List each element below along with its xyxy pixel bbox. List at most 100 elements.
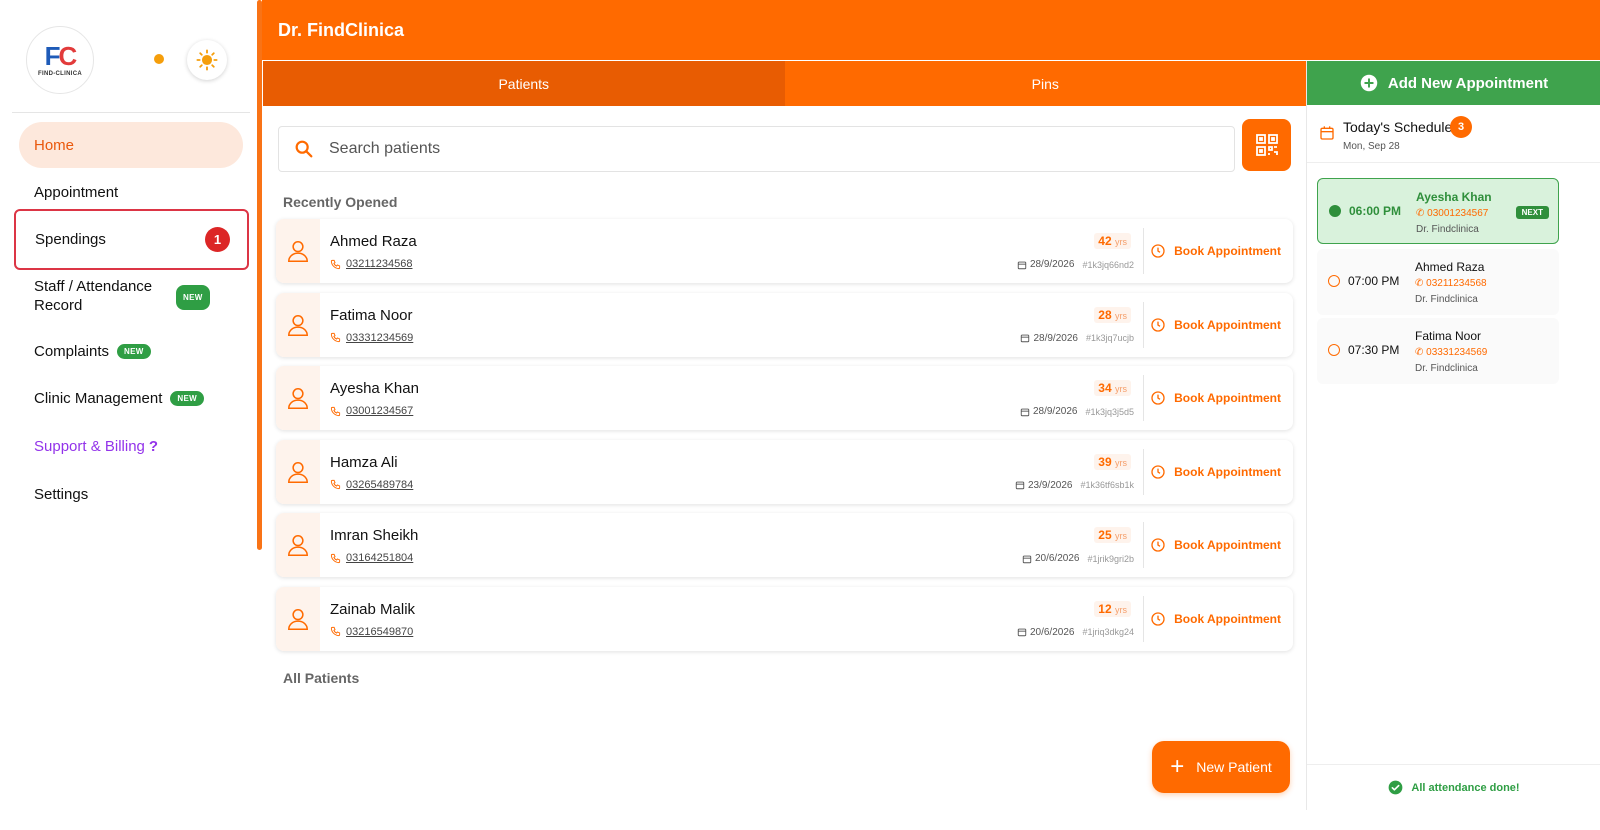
tab-bar: Patients Pins — [263, 61, 1306, 106]
appointment-phone: ✆ 03001234567 — [1416, 208, 1489, 219]
logo-mark: FC — [44, 41, 78, 71]
appointment-item[interactable]: 06:00 PM Ayesha Khan ✆ 03001234567 Dr. F… — [1317, 178, 1559, 244]
book-appointment-button[interactable]: Book Appointment — [1150, 537, 1281, 553]
phone-icon — [330, 553, 341, 563]
appointment-doctor: Dr. Findclinica — [1415, 363, 1478, 374]
theme-toggle-button[interactable] — [187, 40, 227, 80]
appointment-time: 07:00 PM — [1348, 274, 1400, 288]
patient-phone-link[interactable]: 03216549870 — [330, 626, 413, 638]
clinic-logo[interactable]: FC FIND-CLINICA — [26, 26, 94, 94]
card-divider — [1143, 448, 1144, 495]
sidebar-item-label: Support & Billing — [34, 437, 145, 455]
tab-pins[interactable]: Pins — [784, 61, 1306, 106]
patients-panel: Recently Opened Ahmed Raza 03211234568 42 … — [263, 106, 1306, 810]
new-badge: NEW — [117, 343, 151, 359]
phone-icon — [330, 406, 341, 416]
patient-name: Imran Sheikh — [330, 527, 419, 544]
qr-scan-button[interactable] — [1242, 119, 1291, 171]
clock-icon — [1151, 611, 1165, 626]
appointment-patient-name: Ahmed Raza — [1415, 260, 1485, 274]
new-patient-button[interactable]: + New Patient — [1152, 741, 1290, 793]
patient-age: 28 yrs — [1094, 306, 1131, 323]
patient-id: #1k36tf6sb1k — [1080, 480, 1134, 490]
book-appointment-button[interactable]: Book Appointment — [1150, 390, 1281, 406]
user-icon — [288, 608, 308, 630]
app-root: FC FIND-CLINICA Home Appointment Spendin… — [0, 0, 1600, 830]
appointment-time: 07:30 PM — [1348, 343, 1400, 357]
patient-date: 28/9/2026 — [1033, 332, 1078, 344]
book-appointment-button[interactable]: Book Appointment — [1150, 464, 1281, 480]
patient-meta: 28/9/2026 #1k3jq3j5d5 — [1020, 406, 1134, 417]
schedule-panel: Add New Appointment Today's Schedule 3 M… — [1306, 61, 1600, 810]
sidebar-item-support-billing[interactable]: Support & Billing ? — [19, 423, 243, 469]
sidebar-scrollbar[interactable] — [257, 0, 262, 550]
patient-name: Zainab Malik — [330, 600, 416, 618]
sidebar-item-clinic-management[interactable]: Clinic Management NEW — [19, 375, 243, 421]
clock-icon — [1151, 317, 1165, 332]
patient-phone-link[interactable]: 03164251804 — [330, 552, 413, 564]
sidebar-item-home[interactable]: Home — [19, 122, 243, 168]
sidebar-item-settings[interactable]: Settings — [19, 471, 243, 517]
patient-card[interactable]: Hamza Ali 03265489784 39 yrs 23/9/2026 #1k36… — [276, 439, 1293, 504]
patient-avatar — [276, 513, 320, 577]
plus-icon: + — [1170, 753, 1185, 780]
patient-card[interactable]: Zainab Malik 03216549870 12 yrs 20/6/2026 #1… — [276, 586, 1293, 651]
calendar-icon — [1022, 555, 1032, 563]
page-title: Dr. FindClinica — [278, 20, 405, 40]
schedule-title: Today's Schedule — [1343, 119, 1453, 135]
appointment-item[interactable]: 07:00 PM Ahmed Raza ✆ 03211234568 Dr. Fi… — [1317, 249, 1559, 315]
new-patient-label: New Patient — [1196, 759, 1272, 775]
search-input[interactable] — [329, 140, 1209, 158]
sidebar-item-label: Clinic Management — [34, 389, 163, 407]
sidebar-item-label: Spendings — [35, 231, 106, 248]
patient-card[interactable]: Ayesha Khan 03001234567 34 yrs 28/9/2026 #1k… — [276, 366, 1293, 430]
patient-name: Ahmed Raza — [330, 233, 417, 250]
clock-icon — [1329, 205, 1341, 217]
sidebar-item-complaints[interactable]: Complaints NEW — [19, 328, 243, 374]
card-divider — [1143, 595, 1144, 642]
book-appointment-button[interactable]: Book Appointment — [1150, 611, 1281, 627]
sidebar-item-staff-attendance[interactable]: Staff / Attendance Record NEW — [34, 277, 234, 315]
appointment-phone: ✆ 03331234569 — [1415, 347, 1488, 358]
notification-badge: 1 — [205, 227, 230, 252]
patient-date: 28/9/2026 — [1029, 259, 1075, 270]
add-appointment-label: Add New Appointment — [1387, 74, 1549, 92]
patient-phone-link[interactable]: 03211234568 — [330, 258, 412, 270]
tab-patients[interactable]: Patients — [263, 61, 785, 106]
patient-date: 23/9/2026 — [1027, 479, 1073, 491]
book-appointment-button[interactable]: Book Appointment — [1150, 243, 1281, 259]
card-divider — [1143, 301, 1144, 348]
patient-card[interactable]: Ahmed Raza 03211234568 42 yrs 28/9/2026 #1k3… — [276, 219, 1293, 283]
patient-name: Hamza Ali — [330, 453, 398, 471]
search-bar — [278, 126, 1235, 172]
patient-date: 20/6/2026 — [1029, 626, 1075, 638]
help-icon: ? — [148, 437, 159, 455]
patient-avatar — [276, 292, 320, 357]
patient-avatar — [276, 366, 320, 430]
patient-phone-link[interactable]: 03331234569 — [330, 332, 413, 344]
patient-list: Ahmed Raza 03211234568 42 yrs 28/9/2026 #1k3… — [276, 219, 1293, 660]
patient-card[interactable]: Fatima Noor 03331234569 28 yrs 28/9/2026 #1k… — [276, 292, 1293, 357]
user-icon — [288, 535, 308, 557]
patient-card[interactable]: Imran Sheikh 03164251804 25 yrs 20/6/2026 #1… — [276, 513, 1293, 577]
patient-age: 25 yrs — [1094, 527, 1131, 543]
new-badge: NEW — [176, 285, 210, 310]
patient-meta: 20/6/2026 #1jrik9gri2b — [1022, 553, 1134, 564]
appointment-time: 06:00 PM — [1349, 204, 1402, 218]
patient-avatar — [276, 439, 320, 504]
phone-icon — [330, 479, 341, 490]
sidebar-item-spendings[interactable]: Spendings 1 — [14, 209, 249, 270]
book-appointment-button[interactable]: Book Appointment — [1150, 317, 1281, 333]
patient-age: 39 yrs — [1094, 453, 1131, 470]
patient-phone-link[interactable]: 03001234567 — [330, 405, 413, 417]
schedule-date: Mon, Sep 28 — [1343, 141, 1400, 152]
patient-id: #1jriq3dkg24 — [1082, 627, 1134, 637]
patient-meta: 20/6/2026 #1jriq3dkg24 — [1017, 627, 1134, 638]
patient-phone-link[interactable]: 03265489784 — [330, 479, 413, 491]
add-appointment-button[interactable]: Add New Appointment — [1307, 61, 1600, 105]
appointment-item[interactable]: 07:30 PM Fatima Noor ✆ 03331234569 Dr. F… — [1317, 318, 1559, 384]
card-divider — [1143, 522, 1144, 568]
phone-icon — [330, 332, 341, 343]
appointment-phone: ✆ 03211234568 — [1415, 278, 1487, 289]
patient-meta: 28/9/2026 #1k3jq66nd2 — [1017, 259, 1134, 270]
